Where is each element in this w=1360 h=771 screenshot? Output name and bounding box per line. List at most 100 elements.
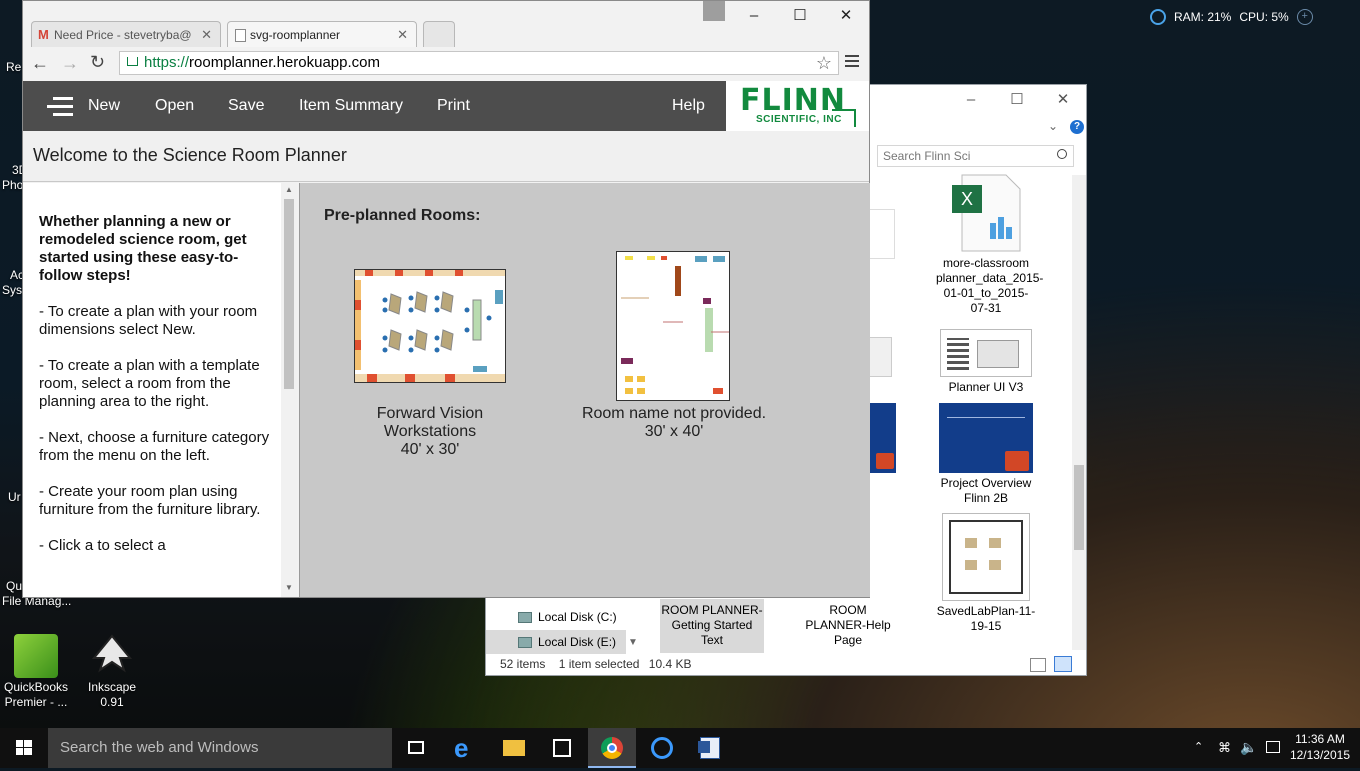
file-explorer-icon[interactable] <box>490 728 538 768</box>
store-icon[interactable] <box>538 728 586 768</box>
address-bar[interactable]: https://roomplanner.herokuapp.com ☆ <box>119 51 839 75</box>
instruction-step: - Click a to select a <box>39 537 166 554</box>
app-toolbar: New Open Save Item Summary Print Help FL… <box>23 81 869 131</box>
file-item[interactable]: ROOM PLANNER-Help Page <box>798 603 898 648</box>
plus-icon[interactable]: + <box>1296 9 1313 25</box>
file-item[interactable]: Planner UI V3 <box>936 329 1036 395</box>
task-view-icon[interactable] <box>392 728 440 768</box>
flinn-logo[interactable]: FLINN SCIENTIFIC, INC <box>726 81 869 131</box>
volume-icon[interactable]: 🔈 <box>1240 739 1257 756</box>
maximize-icon[interactable]: ☐ <box>777 1 823 31</box>
large-icons-view-icon[interactable] <box>1054 656 1072 672</box>
file-label: Project Overview Flinn 2B <box>940 476 1032 505</box>
room-name: Forward Vision Workstations <box>376 405 484 440</box>
help-icon[interactable]: ? <box>1070 120 1084 134</box>
tab-gmail[interactable]: M Need Price - stevetryba@ ✕ <box>31 21 221 47</box>
close-icon[interactable]: ✕ <box>1040 85 1086 115</box>
new-tab-button[interactable] <box>423 21 455 47</box>
nav-item-local-disk-c[interactable]: Local Disk (C:) <box>486 605 626 629</box>
network-icon[interactable]: ⌘ <box>1218 740 1231 756</box>
scroll-down-icon[interactable]: ▼ <box>285 583 293 592</box>
chevron-down-icon[interactable]: ▼ <box>628 637 638 648</box>
browser-window: M Need Price - stevetryba@ ✕ svg-roompla… <box>22 0 870 598</box>
instructions-scrollbar[interactable]: ▲ ▼ <box>281 183 297 597</box>
drive-icon <box>518 612 532 623</box>
minimize-icon[interactable]: – <box>948 85 994 115</box>
file-label: ROOM PLANNER-Getting Started Text <box>661 603 763 647</box>
file-item-selected[interactable]: ROOM PLANNER-Getting Started Text <box>660 599 764 653</box>
desktop-icon-inkscape[interactable]: Inkscape 0.91 <box>76 634 148 710</box>
taskbar-clock[interactable]: 11:36 AM 12/13/2015 <box>1290 731 1350 763</box>
chevron-down-icon[interactable]: ⌄ <box>1048 119 1058 133</box>
scroll-up-icon[interactable]: ▲ <box>285 185 293 194</box>
file-item[interactable]: SavedLabPlan-11-19-15 <box>936 513 1036 634</box>
quickbooks-icon <box>14 634 58 678</box>
file-item[interactable]: Project Overview Flinn 2B <box>936 403 1036 506</box>
page-title: Welcome to the Science Room Planner <box>23 131 869 182</box>
desktop-icon-quickbooks[interactable]: QuickBooks Premier - ... <box>0 634 72 710</box>
taskbar-search-input[interactable]: Search the web and Windows <box>48 728 392 768</box>
file-label: Planner UI V3 <box>948 380 1024 394</box>
excel-file-icon: X <box>950 173 1022 253</box>
explorer-scrollbar[interactable] <box>1072 175 1086 650</box>
file-label: more-classroom planner_data_2015-01-01_t… <box>936 256 1044 315</box>
details-view-icon[interactable] <box>1030 658 1046 672</box>
selected-count: 1 item selected <box>558 657 640 671</box>
file-label: ROOM PLANNER-Help Page <box>805 603 891 647</box>
action-center-icon[interactable] <box>1266 741 1280 753</box>
clock-date: 12/13/2015 <box>1289 748 1350 762</box>
system-monitor-widget: RAM: 21% CPU: 5% + <box>1150 6 1313 28</box>
open-button[interactable]: Open <box>155 81 194 131</box>
search-input[interactable]: Search Flinn Sci <box>877 145 1074 167</box>
search-icon <box>1057 149 1067 159</box>
file-item[interactable]: X more-classroom planner_data_2015-01-01… <box>936 173 1044 316</box>
room-name: Room name not provided. <box>581 405 767 422</box>
new-button[interactable]: New <box>88 81 120 131</box>
taskbar: Search the web and Windows e ⌃ ⌘ 🔈 11:36… <box>0 728 1360 768</box>
tab-svg-roomplanner[interactable]: svg-roomplanner ✕ <box>227 21 417 47</box>
menu-icon[interactable] <box>845 55 859 67</box>
image-thumbnail-icon <box>940 329 1032 377</box>
close-tab-icon[interactable]: ✕ <box>201 22 212 48</box>
clock-time: 11:36 AM <box>1295 732 1345 746</box>
selected-size: 10.4 KB <box>648 657 692 671</box>
room-size: 30' x 40' <box>644 423 704 440</box>
help-button[interactable]: Help <box>672 81 705 131</box>
chrome-icon[interactable] <box>588 728 636 768</box>
presentation-thumbnail-icon <box>939 403 1033 473</box>
room-thumbnail-forward-vision[interactable] <box>354 269 506 383</box>
inkscape-icon <box>90 634 134 678</box>
nav-item-local-disk-e[interactable]: Local Disk (E:) <box>486 630 626 654</box>
file-label: SavedLabPlan-11-19-15 <box>936 604 1036 633</box>
word-icon[interactable] <box>686 728 734 768</box>
print-button[interactable]: Print <box>437 81 470 131</box>
desktop-icon-label: QuickBooks Premier - ... <box>3 680 69 709</box>
close-tab-icon[interactable]: ✕ <box>397 22 408 48</box>
planning-area: Pre-planned Rooms: Forward Vision Workst… <box>299 183 870 597</box>
desktop-edge-label: Re <box>6 60 22 74</box>
desktop-edge-label: Ur <box>8 490 21 504</box>
edge-browser-icon[interactable]: e <box>442 728 490 768</box>
status-bar: 52 items 1 item selected 10.4 KB <box>486 653 1086 675</box>
maximize-icon[interactable]: ☐ <box>994 85 1040 115</box>
ram-usage: RAM: 21% <box>1174 10 1232 24</box>
save-button[interactable]: Save <box>228 81 264 131</box>
back-icon[interactable]: ← <box>31 53 49 74</box>
forward-icon[interactable]: → <box>61 53 79 74</box>
room-caption[interactable]: Forward Vision Workstations 40' x 30' <box>350 405 510 459</box>
lock-icon <box>127 57 138 66</box>
speedometer-icon <box>1150 9 1166 25</box>
reload-icon[interactable]: ↻ <box>90 52 105 73</box>
windows-start-icon[interactable] <box>0 728 48 768</box>
profile-icon[interactable] <box>703 1 725 21</box>
room-caption[interactable]: Room name not provided. 30' x 40' <box>576 405 772 441</box>
ccleaner-icon[interactable] <box>638 728 686 768</box>
instructions-panel: Whether planning a new or remodeled scie… <box>23 183 297 597</box>
hamburger-menu-icon[interactable] <box>47 97 73 116</box>
bookmark-star-icon[interactable]: ☆ <box>816 52 832 74</box>
chevron-up-icon[interactable]: ⌃ <box>1194 740 1203 753</box>
minimize-icon[interactable]: – <box>731 1 777 31</box>
close-icon[interactable]: ✕ <box>823 1 869 31</box>
item-summary-button[interactable]: Item Summary <box>299 81 403 131</box>
room-thumbnail-unnamed[interactable] <box>616 251 730 401</box>
